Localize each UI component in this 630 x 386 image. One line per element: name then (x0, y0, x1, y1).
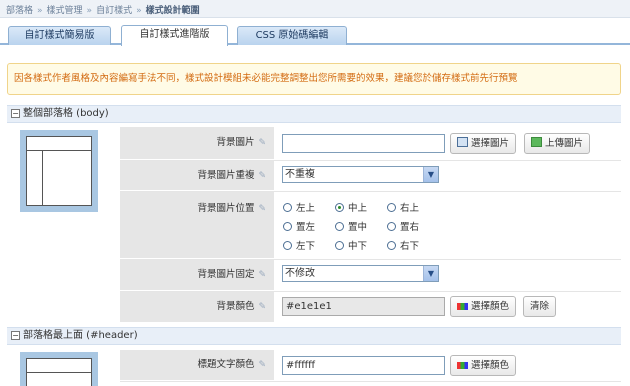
section-title-header: 部落格最上面 (#header) (23, 330, 138, 341)
palette-icon (457, 303, 468, 310)
bg-repeat-select[interactable]: 不重複 ▼ (282, 166, 439, 183)
breadcrumb-item-custom-style[interactable]: 自訂樣式 (96, 6, 132, 16)
position-top-center-radio[interactable]: 中上 (335, 200, 367, 214)
tab-css-source[interactable]: CSS 原始碼編輯 (237, 26, 347, 45)
position-bottom-left-radio[interactable]: 左下 (283, 238, 315, 252)
tag-icon: ✎ (258, 138, 266, 148)
breadcrumb-separator: » (136, 6, 142, 16)
label-bg-repeat: 背景圖片重複 ✎ (120, 161, 274, 190)
tab-bar: 自訂樣式簡易版 自訂樣式進階版 CSS 原始碼編輯 (0, 18, 630, 46)
title-color-input[interactable]: #ffffff (282, 356, 445, 375)
position-top-right-radio[interactable]: 右上 (387, 200, 419, 214)
breadcrumb-separator: » (86, 6, 93, 16)
chevron-down-icon: ▼ (423, 167, 438, 182)
bg-image-input[interactable] (282, 134, 445, 153)
header-preview-thumbnail (20, 352, 98, 386)
breadcrumb-item-current: 樣式設計範圍 (145, 6, 200, 16)
label-title-color: 標題文字顏色 ✎ (120, 350, 274, 380)
breadcrumb-item-blog[interactable]: 部落格 (6, 6, 33, 16)
layout-preview-thumbnail (20, 130, 98, 212)
upload-image-button[interactable]: 上傳圖片 (524, 133, 591, 154)
image-icon (457, 137, 468, 147)
breadcrumb-item-style-manage[interactable]: 樣式管理 (47, 6, 83, 16)
pick-bg-color-button[interactable]: 選擇顏色 (450, 296, 517, 317)
palette-icon (457, 362, 468, 369)
label-bg-fixed: 背景圖片固定 ✎ (120, 260, 274, 290)
position-bottom-right-radio[interactable]: 右下 (387, 238, 419, 252)
section-header-body[interactable]: − 整個部落格 (body) (7, 105, 621, 123)
section-header-header[interactable]: − 部落格最上面 (#header) (7, 327, 621, 345)
collapse-icon[interactable]: − (11, 330, 20, 340)
position-bottom-center-radio[interactable]: 中下 (335, 238, 367, 252)
pick-title-color-button[interactable]: 選擇顏色 (450, 355, 517, 376)
notice-banner: 因各樣式作者風格及內容編寫手法不同，樣式設計模組未必能完整調整出您所需要的效果，… (7, 63, 621, 95)
tag-icon: ✎ (258, 171, 266, 181)
collapse-icon[interactable]: − (11, 108, 20, 118)
tag-icon: ✎ (258, 270, 266, 280)
tag-icon: ✎ (258, 302, 266, 312)
position-top-left-radio[interactable]: 左上 (283, 200, 315, 214)
position-middle-center-radio[interactable]: 置中 (335, 219, 367, 233)
tab-simple[interactable]: 自訂樣式簡易版 (8, 26, 111, 45)
bg-fixed-select[interactable]: 不修改 ▼ (282, 265, 439, 282)
breadcrumb-separator: » (37, 6, 43, 16)
label-bg-position: 背景圖片位置 ✎ (120, 192, 274, 258)
breadcrumb: 部落格» 樣式管理» 自訂樣式» 樣式設計範圍 (0, 0, 630, 18)
bg-color-input[interactable]: #e1e1e1 (282, 297, 445, 316)
select-image-button[interactable]: 選擇圖片 (450, 133, 517, 154)
position-middle-right-radio[interactable]: 置右 (387, 219, 419, 233)
label-bg-image: 背景圖片 ✎ (120, 127, 274, 159)
upload-icon (531, 137, 542, 147)
label-bg-color: 背景顏色 ✎ (120, 292, 274, 322)
tag-icon: ✎ (258, 360, 266, 370)
section-title-body: 整個部落格 (body) (23, 108, 109, 119)
tag-icon: ✎ (258, 204, 266, 214)
position-middle-left-radio[interactable]: 置左 (283, 219, 315, 233)
chevron-down-icon: ▼ (423, 266, 438, 281)
clear-bg-color-button[interactable]: 清除 (523, 296, 557, 317)
tab-advanced[interactable]: 自訂樣式進階版 (121, 25, 228, 46)
